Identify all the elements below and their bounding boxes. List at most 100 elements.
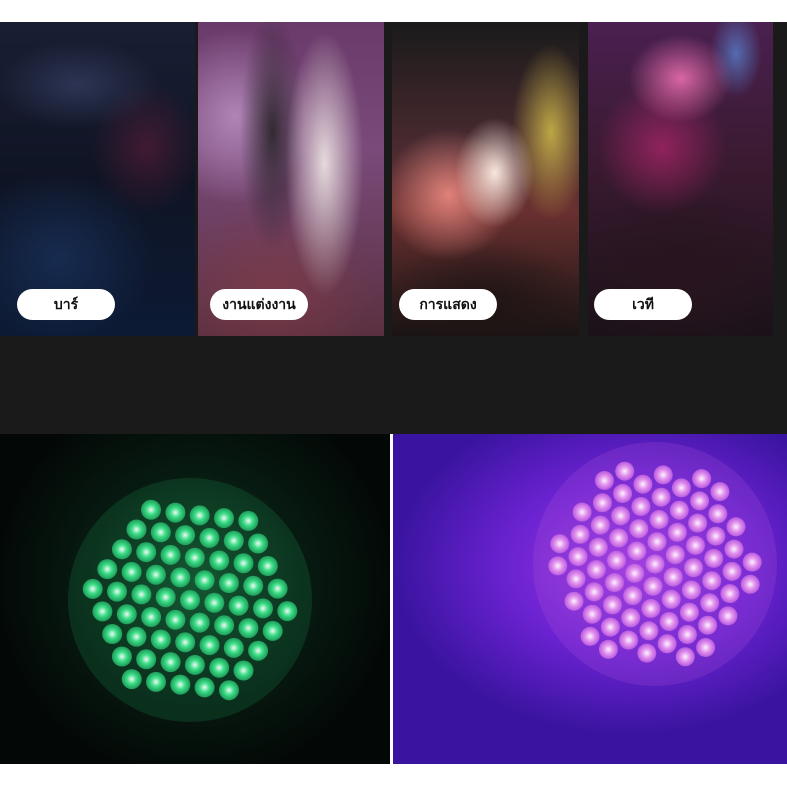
led-bulb bbox=[165, 502, 186, 523]
led-bulb bbox=[657, 634, 677, 654]
led-bulb bbox=[248, 640, 269, 661]
led-bulb bbox=[645, 554, 665, 574]
led-bulb bbox=[277, 601, 298, 622]
led-bulb bbox=[700, 593, 720, 613]
led-bulb bbox=[696, 638, 716, 657]
led-bulb bbox=[675, 647, 695, 667]
led-bulb bbox=[710, 482, 730, 502]
led-bulb bbox=[613, 484, 633, 503]
led-bulb bbox=[238, 618, 259, 639]
led-bulb bbox=[180, 590, 200, 610]
led-bulb bbox=[219, 680, 239, 701]
led-bulb bbox=[550, 534, 570, 554]
label-bar: บาร์ bbox=[17, 289, 115, 320]
led-bulb bbox=[204, 592, 225, 613]
led-bulb bbox=[706, 526, 726, 546]
led-bulb bbox=[594, 471, 614, 490]
led-bulb bbox=[631, 497, 651, 516]
led-bulb bbox=[243, 575, 264, 596]
led-bulb bbox=[568, 547, 588, 567]
led-bulb bbox=[248, 533, 269, 554]
led-bulb bbox=[175, 525, 196, 546]
led-bulb bbox=[145, 564, 166, 585]
led-bulb bbox=[214, 615, 235, 636]
led-bulb bbox=[651, 487, 671, 507]
led-bulb bbox=[661, 589, 681, 609]
purple-led-panel bbox=[393, 434, 787, 764]
led-bulb bbox=[590, 515, 610, 535]
led-bulb bbox=[82, 578, 103, 599]
led-bulb bbox=[136, 649, 157, 670]
led-bulb bbox=[184, 547, 205, 568]
led-bulb bbox=[584, 582, 604, 602]
led-bulb bbox=[199, 527, 220, 548]
led-bulb bbox=[688, 513, 708, 533]
led-bulb bbox=[592, 493, 612, 513]
led-bulb bbox=[580, 626, 600, 646]
led-bulb bbox=[639, 621, 659, 641]
led-bulb bbox=[621, 608, 641, 628]
led-bulb bbox=[233, 660, 254, 681]
led-bulb bbox=[223, 637, 244, 658]
led-bulb bbox=[605, 573, 624, 593]
led-bulb bbox=[155, 587, 176, 608]
led-bulb bbox=[131, 584, 152, 605]
led-bulb bbox=[671, 478, 691, 498]
led-bulb bbox=[126, 519, 147, 540]
led-bulb bbox=[570, 524, 590, 544]
led-bulb bbox=[740, 574, 760, 594]
led-bulb bbox=[615, 461, 635, 481]
led-bulb bbox=[702, 571, 722, 591]
led-bulb bbox=[548, 556, 568, 576]
led-bulb bbox=[704, 548, 724, 568]
led-bulb bbox=[107, 581, 127, 602]
led-bulb bbox=[726, 517, 746, 537]
led-bulb bbox=[233, 553, 254, 574]
led-bulb bbox=[690, 491, 710, 511]
led-bulb bbox=[692, 469, 712, 489]
led-bulb bbox=[146, 671, 166, 692]
led-bulb bbox=[619, 630, 639, 650]
led-bulb bbox=[228, 595, 249, 616]
led-bulb bbox=[214, 508, 234, 529]
led-bulb bbox=[600, 617, 620, 637]
led-bulb bbox=[150, 629, 171, 650]
led-bulb bbox=[609, 528, 629, 548]
led-bulb bbox=[641, 599, 661, 618]
led-bulb bbox=[136, 542, 157, 563]
led-bulb bbox=[564, 591, 584, 611]
led-bulb bbox=[111, 646, 132, 667]
led-bulb bbox=[111, 539, 132, 560]
led-bulb bbox=[184, 654, 205, 675]
led-bulb bbox=[686, 535, 705, 555]
led-bulb bbox=[170, 674, 191, 695]
led-bulb bbox=[724, 539, 744, 559]
led-bulb bbox=[199, 635, 220, 656]
led-bulb bbox=[627, 541, 647, 561]
led-bulb bbox=[150, 522, 171, 543]
green-led-panel bbox=[0, 434, 390, 764]
led-bulb bbox=[194, 570, 215, 591]
purple-led-array bbox=[533, 442, 777, 686]
led-bulb bbox=[647, 532, 667, 552]
led-bulb bbox=[598, 639, 618, 659]
led-bulb bbox=[720, 584, 740, 604]
led-bulb bbox=[160, 652, 181, 673]
led-bulb bbox=[718, 606, 738, 626]
led-bulb bbox=[223, 530, 244, 551]
led-bulb bbox=[267, 578, 288, 599]
led-bulb bbox=[116, 604, 137, 625]
led-bulb bbox=[681, 580, 701, 600]
led-bulb bbox=[209, 657, 230, 678]
green-led-array bbox=[68, 478, 312, 722]
led-bulb bbox=[126, 626, 147, 647]
led-bulb bbox=[665, 545, 685, 565]
led-bulb bbox=[653, 465, 673, 485]
led-bulb bbox=[121, 669, 142, 690]
led-bulb bbox=[677, 625, 697, 644]
led-bulb bbox=[141, 499, 161, 520]
led-bulb bbox=[684, 558, 703, 578]
led-bulb bbox=[679, 602, 699, 622]
led-bulb bbox=[607, 550, 626, 570]
led-bulb bbox=[102, 624, 123, 644]
